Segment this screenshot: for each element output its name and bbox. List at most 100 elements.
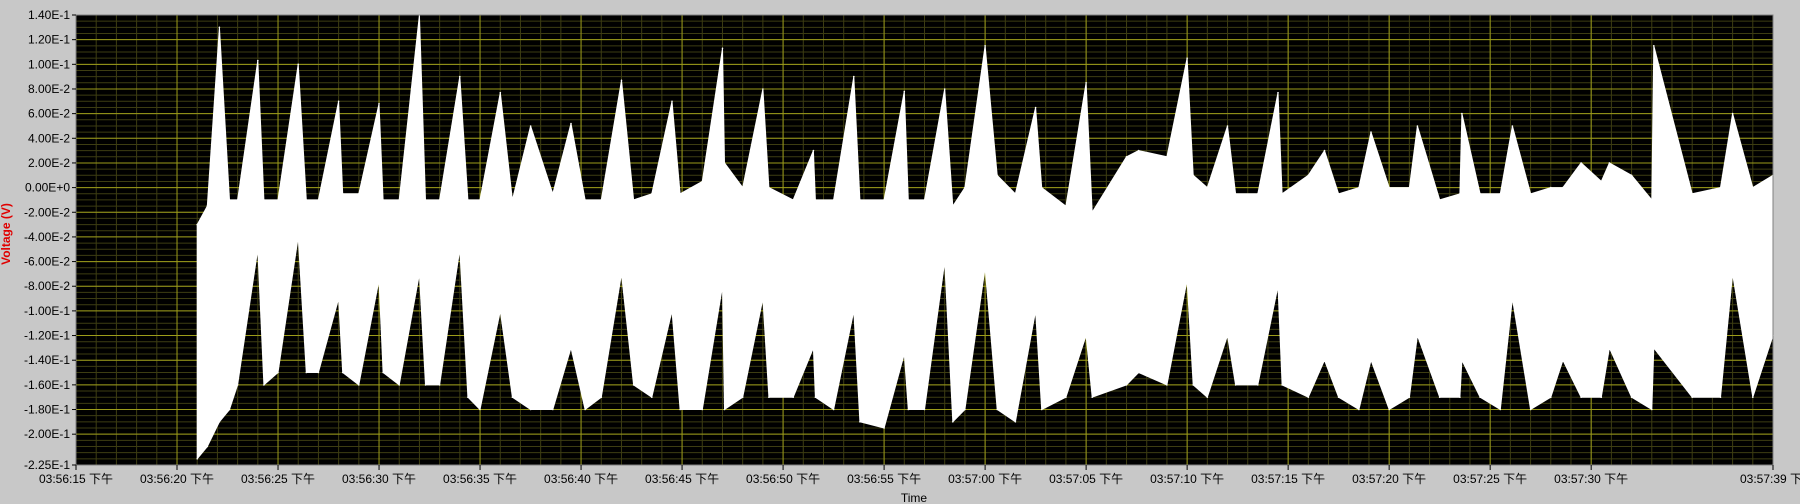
data-point-min bbox=[418, 273, 421, 275]
data-point-max bbox=[721, 47, 724, 50]
data-point-max bbox=[1065, 205, 1067, 207]
data-point-min bbox=[1234, 384, 1237, 386]
data-point-max bbox=[832, 199, 835, 201]
data-point-min bbox=[257, 248, 259, 250]
data-point-max bbox=[1511, 125, 1514, 127]
x-tick-label: 03:57:05 下午 bbox=[1049, 472, 1123, 486]
data-point-max bbox=[1337, 193, 1340, 195]
x-tick-label: 03:56:20 下午 bbox=[140, 472, 214, 486]
data-point-min bbox=[1323, 359, 1326, 362]
data-point-max bbox=[762, 88, 764, 90]
data-point-min bbox=[317, 371, 320, 374]
data-point-min bbox=[511, 396, 514, 399]
data-point-max bbox=[570, 122, 572, 125]
data-point-min bbox=[1257, 384, 1259, 386]
data-point-min bbox=[792, 396, 794, 399]
data-point-min bbox=[762, 297, 764, 300]
x-tick-label: 03:57:20 下午 bbox=[1352, 472, 1426, 486]
data-point-min bbox=[467, 396, 469, 399]
data-point-max bbox=[996, 174, 998, 177]
data-point-min bbox=[883, 427, 885, 429]
data-point-min bbox=[1562, 359, 1564, 362]
y-tick-label: 1.00E-1 bbox=[28, 57, 70, 71]
data-point-min bbox=[832, 408, 835, 411]
data-point-min bbox=[479, 408, 481, 411]
data-point-min bbox=[1388, 408, 1390, 411]
data-point-max bbox=[1358, 186, 1360, 189]
data-point-min bbox=[1461, 359, 1463, 362]
data-point-max bbox=[1137, 149, 1140, 152]
data-point-min bbox=[859, 421, 861, 423]
x-axis-label: Time bbox=[901, 491, 928, 504]
data-point-min bbox=[570, 347, 572, 349]
voltage-time-chart: 1.40E-1 1.20E-1 1.00E-1 8.00E-2 6.00E-2 4.00E… bbox=[0, 0, 1800, 504]
data-point-max bbox=[552, 193, 554, 195]
data-point-min bbox=[1511, 297, 1514, 300]
data-point-min bbox=[701, 408, 704, 411]
data-point-max bbox=[1438, 199, 1441, 201]
x-tick-label: 03:57:10 下午 bbox=[1150, 472, 1224, 486]
data-point-min bbox=[584, 408, 586, 411]
data-point-min bbox=[1731, 273, 1734, 275]
data-point-min bbox=[952, 421, 954, 423]
data-point-max bbox=[812, 149, 815, 152]
data-point-min bbox=[228, 408, 231, 411]
data-point-min bbox=[1166, 384, 1168, 386]
data-point-min bbox=[1408, 396, 1411, 399]
data-point-min bbox=[1186, 279, 1188, 281]
data-point-max bbox=[1529, 193, 1532, 195]
y-tick-label: -1.00E-1 bbox=[24, 304, 70, 318]
data-point-min bbox=[398, 384, 401, 386]
data-point-min bbox=[1550, 396, 1552, 399]
data-point-max bbox=[467, 199, 469, 201]
y-tick-label: -8.00E-2 bbox=[24, 279, 70, 293]
y-tick-label: 0.00E+0 bbox=[25, 181, 70, 195]
data-point-min bbox=[382, 371, 384, 374]
data-point-min bbox=[996, 408, 998, 411]
data-point-min bbox=[1370, 359, 1372, 362]
data-point-min bbox=[297, 236, 300, 238]
x-tick-label: 03:57:25 下午 bbox=[1453, 472, 1527, 486]
data-point-min bbox=[1438, 396, 1441, 399]
data-point-max bbox=[236, 199, 239, 201]
data-point-min bbox=[1085, 334, 1087, 337]
data-point-min bbox=[768, 396, 770, 399]
y-tick-label: 2.00E-2 bbox=[28, 156, 70, 170]
data-point-min bbox=[236, 384, 239, 386]
data-point-max bbox=[1630, 174, 1633, 177]
data-point-min bbox=[600, 396, 603, 399]
data-point-max bbox=[1719, 186, 1722, 189]
data-point-min bbox=[1337, 396, 1340, 399]
data-point-max bbox=[1125, 156, 1128, 158]
data-point-min bbox=[741, 396, 744, 399]
y-tick-label: 4.00E-2 bbox=[28, 131, 70, 145]
data-point-max bbox=[1691, 193, 1693, 195]
data-point-max bbox=[317, 199, 320, 201]
data-point-min bbox=[984, 266, 986, 269]
data-point-min bbox=[1192, 384, 1194, 386]
data-point-min bbox=[1307, 396, 1310, 399]
data-point-max bbox=[768, 186, 770, 189]
data-point-min bbox=[206, 445, 209, 448]
data-point-min bbox=[1752, 396, 1754, 399]
x-tick-label: 03:57:00 下午 bbox=[948, 472, 1022, 486]
data-point-min bbox=[305, 371, 308, 374]
data-point-max bbox=[741, 186, 744, 189]
data-point-max bbox=[1651, 199, 1653, 201]
data-point-max bbox=[1479, 193, 1481, 195]
y-tick-label: -1.20E-1 bbox=[24, 329, 70, 343]
data-point-max bbox=[1085, 82, 1087, 84]
data-point-max bbox=[459, 75, 461, 78]
data-point-min bbox=[907, 408, 910, 411]
data-point-max bbox=[1014, 193, 1017, 195]
data-point-max bbox=[632, 199, 635, 201]
data-point-max bbox=[1257, 193, 1259, 195]
data-point-min bbox=[196, 458, 198, 460]
data-point-max bbox=[358, 193, 360, 195]
data-point-max bbox=[1731, 112, 1734, 115]
data-point-min bbox=[1034, 310, 1037, 312]
x-tick-label: 03:56:25 下午 bbox=[241, 472, 315, 486]
data-point-max bbox=[792, 199, 794, 201]
data-point-min bbox=[424, 384, 427, 386]
data-point-max bbox=[1459, 193, 1461, 195]
